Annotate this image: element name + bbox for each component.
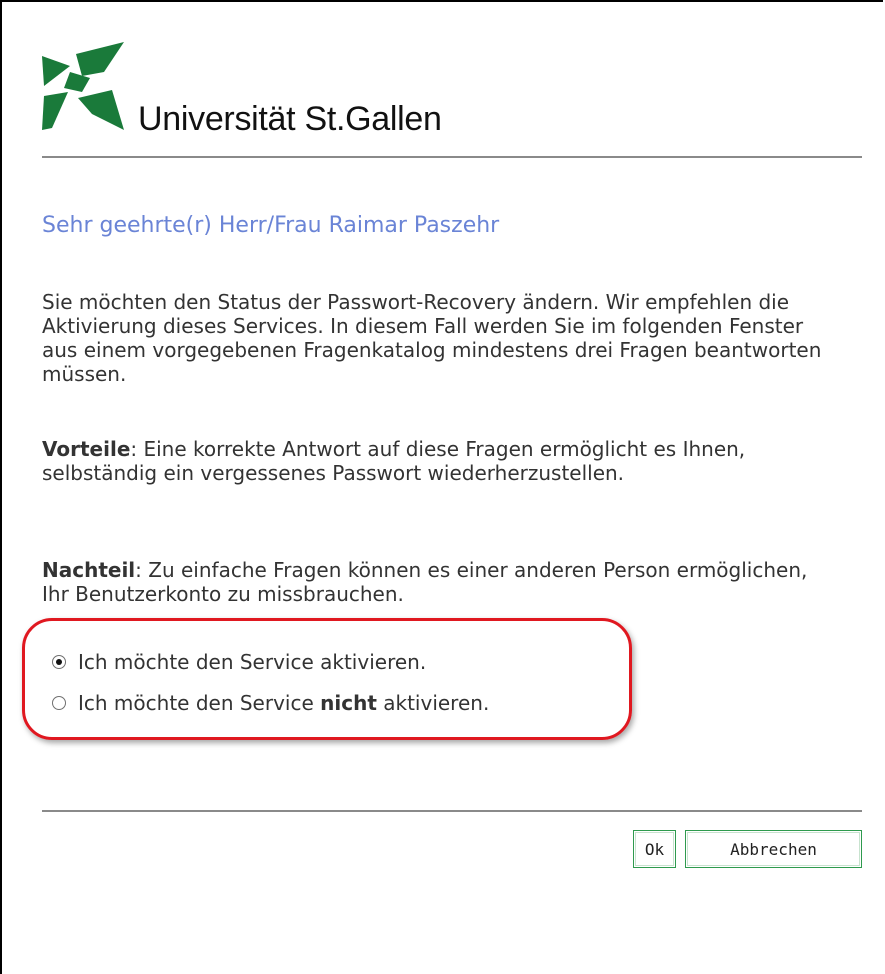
disadvantage-paragraph: Nachteil: Zu einfache Fragen können es e…	[42, 558, 832, 606]
greeting-heading: Sehr geehrte(r) Herr/Frau Raimar Paszehr	[42, 213, 500, 238]
advantage-text: : Eine korrekte Antwort auf diese Fragen…	[42, 437, 746, 485]
radio-activate[interactable]	[52, 655, 66, 669]
header-divider	[42, 156, 862, 158]
advantage-paragraph: Vorteile: Eine korrekte Antwort auf dies…	[42, 437, 832, 485]
option-deactivate-suffix: aktivieren.	[376, 691, 490, 715]
disadvantage-text: : Zu einfache Fragen können es einer and…	[42, 558, 808, 606]
footer-divider	[42, 810, 862, 812]
disadvantage-label: Nachteil	[42, 558, 136, 582]
ok-button[interactable]: Ok	[633, 830, 676, 868]
option-deactivate[interactable]: Ich möchte den Service nicht aktivieren.	[52, 691, 489, 715]
option-deactivate-label: Ich möchte den Service nicht aktivieren.	[78, 691, 489, 715]
radio-deactivate[interactable]	[52, 696, 66, 710]
advantage-label: Vorteile	[42, 437, 131, 461]
option-activate-label: Ich möchte den Service aktivieren.	[78, 650, 427, 674]
university-name: Universität St.Gallen	[138, 100, 442, 138]
option-deactivate-prefix: Ich möchte den Service	[78, 691, 321, 715]
option-activate[interactable]: Ich möchte den Service aktivieren.	[52, 650, 426, 674]
option-deactivate-emphasis: nicht	[320, 691, 377, 715]
highlight-circle	[22, 618, 632, 740]
intro-paragraph: Sie möchten den Status der Passwort-Reco…	[42, 290, 822, 386]
window-frame	[0, 0, 883, 974]
cancel-button[interactable]: Abbrechen	[685, 830, 862, 868]
university-logo: Universität St.Gallen	[42, 42, 482, 142]
hsg-emblem-icon	[42, 42, 124, 130]
